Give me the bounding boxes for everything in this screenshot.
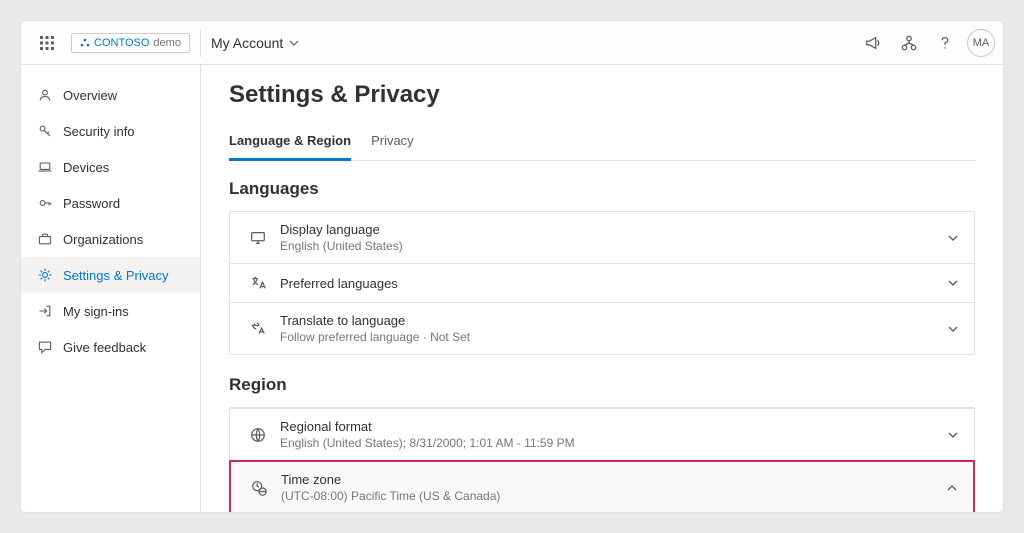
chevron-down-icon — [946, 276, 960, 290]
row-sub: English (United States); 8/31/2000; 1:01… — [280, 436, 946, 450]
body: Overview Security info Devices Password … — [21, 65, 1003, 512]
sidebar-item-devices[interactable]: Devices — [21, 149, 200, 185]
password-key-icon — [37, 195, 53, 211]
sidebar-item-label: Devices — [63, 160, 109, 175]
signin-icon — [37, 303, 53, 319]
avatar[interactable]: MA — [967, 29, 995, 57]
row-label: Display language — [280, 222, 946, 237]
sidebar-item-label: Password — [63, 196, 120, 211]
gear-icon — [37, 267, 53, 283]
translate-icon — [249, 274, 267, 292]
megaphone-icon — [864, 34, 882, 52]
sidebar-item-settings-privacy[interactable]: Settings & Privacy — [21, 257, 200, 293]
brand-logo-icon — [80, 38, 90, 48]
tab-privacy[interactable]: Privacy — [371, 127, 414, 160]
row-sub: (UTC-08:00) Pacific Time (US & Canada) — [281, 489, 945, 503]
translate-to-language-row[interactable]: Translate to language Follow preferred l… — [230, 302, 974, 354]
sidebar-item-label: Give feedback — [63, 340, 146, 355]
regional-format-row[interactable]: Regional format English (United States);… — [230, 408, 974, 460]
app-launcher-button[interactable] — [29, 25, 65, 61]
sidebar-item-my-signins[interactable]: My sign-ins — [21, 293, 200, 329]
sidebar-item-label: Settings & Privacy — [63, 268, 169, 283]
translate-swap-icon — [249, 320, 267, 338]
org-chart-icon — [900, 34, 918, 52]
row-label: Preferred languages — [280, 276, 946, 291]
account-dropdown[interactable]: My Account — [205, 35, 305, 51]
person-icon — [37, 87, 53, 103]
row-label: Translate to language — [280, 313, 946, 328]
account-label: My Account — [211, 35, 283, 51]
region-section-title: Region — [229, 375, 975, 395]
laptop-icon — [37, 159, 53, 175]
sidebar-item-organizations[interactable]: Organizations — [21, 221, 200, 257]
time-zone-row[interactable]: Time zone (UTC-08:00) Pacific Time (US &… — [229, 460, 975, 512]
sidebar-item-label: Organizations — [63, 232, 143, 247]
page-title: Settings & Privacy — [229, 81, 975, 109]
org-button[interactable] — [891, 25, 927, 61]
display-language-row[interactable]: Display language English (United States) — [230, 212, 974, 263]
row-sub: English (United States) — [280, 239, 946, 253]
sidebar-item-label: Security info — [63, 124, 135, 139]
brand-secondary: demo — [153, 37, 181, 49]
separator — [200, 29, 201, 57]
app-frame: CONTOSO demo My Account MA Overview — [20, 20, 1004, 513]
avatar-initials: MA — [973, 37, 990, 49]
preferred-languages-row[interactable]: Preferred languages — [230, 263, 974, 302]
sidebar-item-password[interactable]: Password — [21, 185, 200, 221]
brand-badge[interactable]: CONTOSO demo — [71, 33, 190, 53]
globe-icon — [249, 426, 267, 444]
feedback-icon — [37, 339, 53, 355]
row-sub: Follow preferred language · Not Set — [280, 330, 946, 344]
tabs: Language & Region Privacy — [229, 127, 975, 161]
sidebar-item-give-feedback[interactable]: Give feedback — [21, 329, 200, 365]
sidebar: Overview Security info Devices Password … — [21, 65, 201, 512]
chevron-up-icon — [945, 481, 959, 495]
sidebar-item-label: Overview — [63, 88, 117, 103]
languages-section-title: Languages — [229, 179, 975, 199]
waffle-icon — [39, 35, 55, 51]
chevron-down-icon — [289, 38, 299, 48]
help-button[interactable] — [927, 25, 963, 61]
sidebar-item-security-info[interactable]: Security info — [21, 113, 200, 149]
brand-primary: CONTOSO — [94, 37, 149, 49]
chevron-down-icon — [946, 322, 960, 336]
tab-language-region[interactable]: Language & Region — [229, 127, 351, 161]
languages-card-group: Display language English (United States)… — [229, 211, 975, 355]
sidebar-item-overview[interactable]: Overview — [21, 77, 200, 113]
row-label: Time zone — [281, 472, 945, 487]
row-label: Regional format — [280, 419, 946, 434]
question-icon — [936, 34, 954, 52]
region-card-group: Regional format English (United States);… — [229, 407, 975, 461]
sidebar-item-label: My sign-ins — [63, 304, 129, 319]
tab-label: Language & Region — [229, 133, 351, 148]
tab-label: Privacy — [371, 133, 414, 148]
key-icon — [37, 123, 53, 139]
briefcase-icon — [37, 231, 53, 247]
megaphone-button[interactable] — [855, 25, 891, 61]
clock-globe-icon — [250, 479, 268, 497]
monitor-icon — [249, 229, 267, 247]
chevron-down-icon — [946, 428, 960, 442]
topbar: CONTOSO demo My Account MA — [21, 21, 1003, 65]
chevron-down-icon — [946, 231, 960, 245]
main-content: Settings & Privacy Language & Region Pri… — [201, 65, 1003, 512]
